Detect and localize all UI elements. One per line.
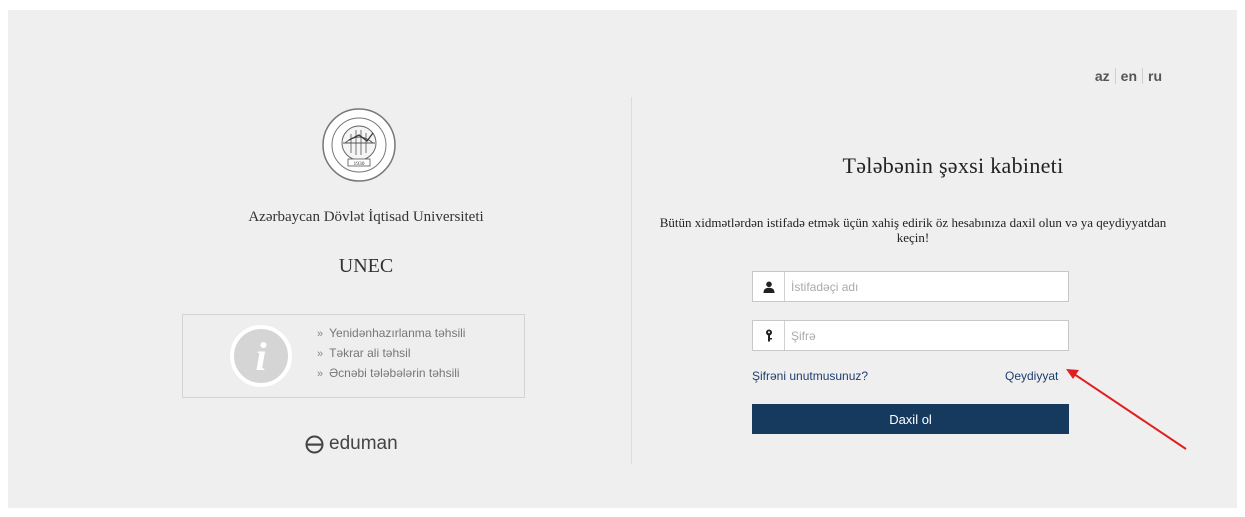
lang-az-link[interactable]: az (1090, 68, 1115, 84)
page-title: Tələbənin şəxsi kabineti (842, 153, 1064, 178)
column-divider (631, 97, 632, 464)
eduman-logo-icon (305, 435, 324, 453)
education-link-item[interactable]: » Yenidənhazırlanma təhsili (317, 324, 465, 344)
university-name: Azərbaycan Dövlət İqtisad Universiteti (248, 209, 484, 225)
education-link-label: Əcnəbi tələbələrin təhsili (329, 366, 460, 380)
education-info-box: i » Yenidənhazırlanma təhsili » Təkrar ali… (182, 314, 525, 398)
username-field (752, 271, 1069, 302)
eduman-logo-text: eduman (329, 433, 398, 454)
user-icon (753, 272, 785, 301)
education-link-label: Təkrar ali təhsil (329, 346, 411, 360)
forgot-password-link[interactable]: Şifrəni unutmusunuz? (752, 369, 868, 383)
university-short-name: UNEC (338, 255, 394, 277)
education-link-item[interactable]: » Təkrar ali təhsil (317, 344, 465, 364)
password-field (752, 320, 1069, 351)
key-icon (753, 321, 785, 350)
login-instructions: Bütün xidmətlərdən istifadə etmək üçün x… (659, 215, 1167, 245)
lang-en-link[interactable]: en (1116, 68, 1142, 84)
login-button[interactable]: Daxil ol (752, 404, 1069, 434)
education-link-item[interactable]: » Əcnəbi tələbələrin təhsili (317, 364, 465, 384)
username-input[interactable] (785, 272, 1068, 301)
education-link-label: Yenidənhazırlanma təhsili (329, 326, 466, 340)
education-links-list: » Yenidənhazırlanma təhsili » Təkrar ali t… (317, 324, 465, 384)
login-panel: az en ru 1930 Azərbaycan Dövlət İqtisad … (8, 10, 1237, 508)
language-switcher: az en ru (1090, 68, 1167, 84)
lang-ru-link[interactable]: ru (1143, 68, 1167, 84)
double-chevron-right-icon: » (317, 328, 324, 340)
register-link[interactable]: Qeydiyyat (1005, 369, 1058, 383)
password-input[interactable] (785, 321, 1068, 350)
logo-year-text: 1930 (354, 161, 365, 167)
eduman-logo: eduman (305, 433, 398, 455)
info-icon: i (230, 325, 292, 387)
university-seal-logo: 1930 (322, 108, 396, 182)
double-chevron-right-icon: » (317, 348, 324, 360)
double-chevron-right-icon: » (317, 368, 324, 380)
